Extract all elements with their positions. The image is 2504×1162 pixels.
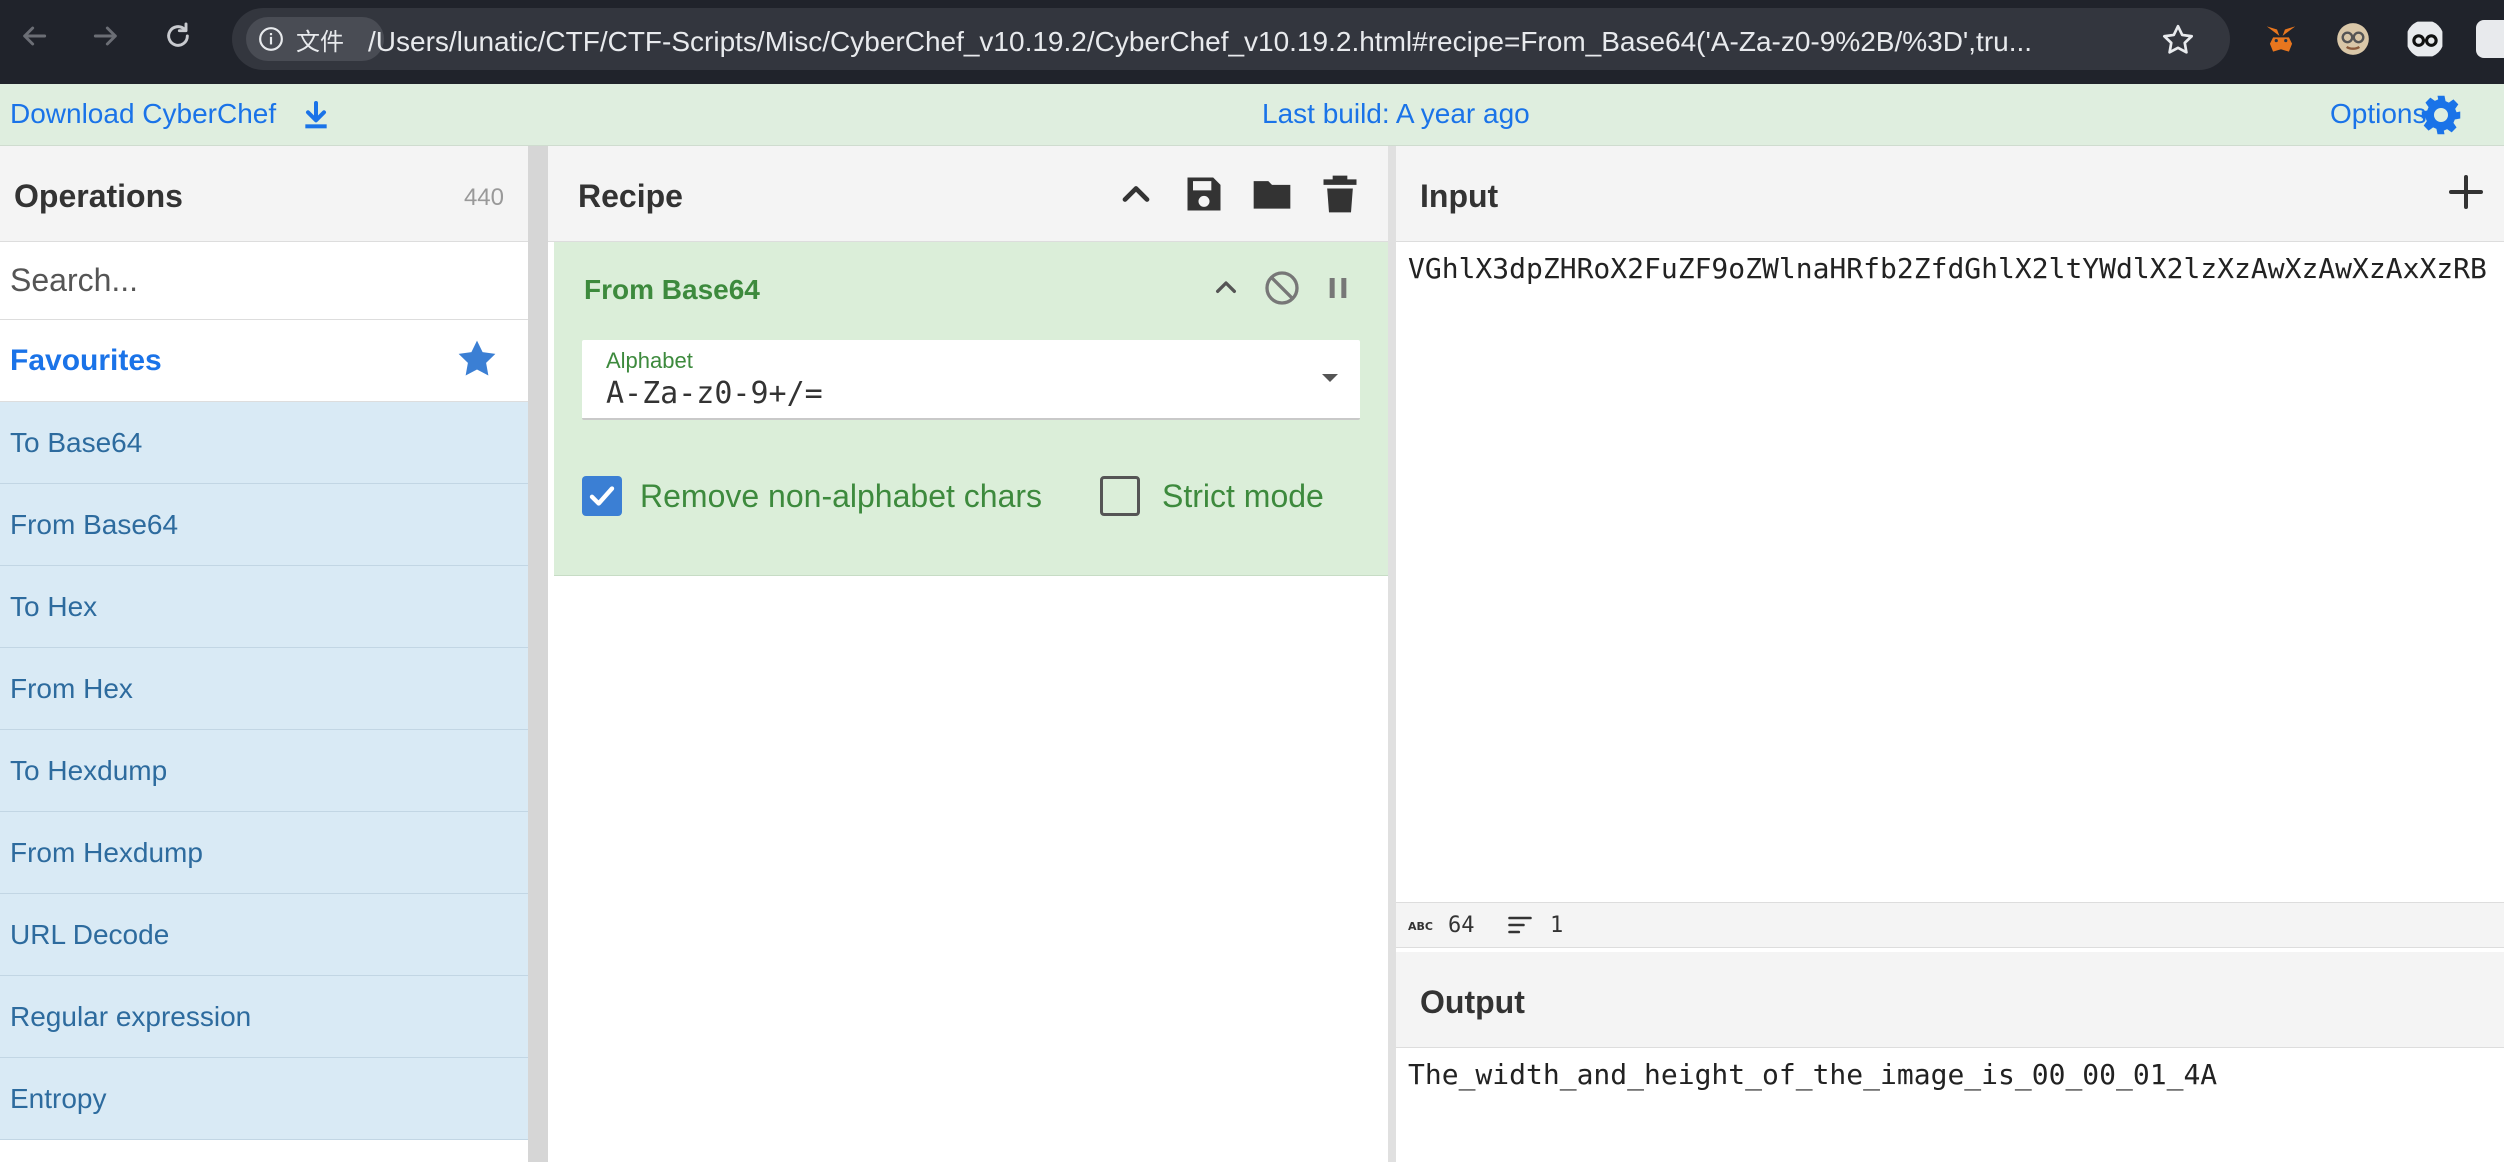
metamask-extension-icon[interactable] <box>2262 20 2300 58</box>
forward-button[interactable] <box>84 14 128 58</box>
extension-glasses-icon[interactable] <box>2406 20 2444 58</box>
output-header: Output <box>1396 952 2504 1048</box>
reload-button[interactable] <box>156 14 200 58</box>
recipe-header: Recipe <box>548 146 1388 242</box>
operation-item[interactable]: URL Decode <box>0 894 528 976</box>
strict-mode-label[interactable]: Strict mode <box>1162 478 1324 515</box>
chevron-up-icon[interactable] <box>1206 268 1246 308</box>
checkmark-icon <box>589 486 615 506</box>
operations-resize-gutter[interactable] <box>528 146 548 1162</box>
operation-list: To Base64 From Base64 To Hex From Hex To… <box>0 402 528 1140</box>
output-title: Output <box>1420 984 1525 1020</box>
arrow-left-icon <box>23 26 47 46</box>
site-chip-label: 文件 <box>296 27 344 56</box>
trash-icon[interactable] <box>1318 172 1362 216</box>
chevron-up-icon[interactable] <box>1114 172 1158 216</box>
recipe-title: Recipe <box>578 178 683 214</box>
output-textarea[interactable]: The_width_and_height_of_the_image_is_00_… <box>1408 1058 2504 1091</box>
reload-icon <box>167 22 189 47</box>
operation-item[interactable]: To Hexdump <box>0 730 528 812</box>
operation-item[interactable]: Regular expression <box>0 976 528 1058</box>
strict-mode-checkbox[interactable] <box>1100 476 1140 516</box>
operations-header: Operations 440 <box>0 146 528 242</box>
operations-title: Operations <box>14 178 183 214</box>
options-link[interactable]: Options <box>2330 98 2427 130</box>
info-icon <box>259 27 283 51</box>
operation-item[interactable]: Entropy <box>0 1058 528 1140</box>
operations-panel: Operations 440 Favourites To Base64 From… <box>0 146 528 1162</box>
operations-count: 440 <box>463 184 504 211</box>
operation-item[interactable]: To Hex <box>0 566 528 648</box>
alphabet-select[interactable]: Alphabet A-Za-z0-9+/= <box>582 340 1360 420</box>
input-length-value: 64 <box>1448 913 1475 938</box>
extension-face-icon[interactable] <box>2334 20 2372 58</box>
recipe-panel: Recipe From Base64 Alphabet A-Za-z0-9+/=… <box>548 146 1388 1162</box>
recipe-operation-card: From Base64 Alphabet A-Za-z0-9+/= Remove… <box>554 242 1388 576</box>
remove-non-alphabet-checkbox[interactable] <box>582 476 622 516</box>
recipe-operation-name: From Base64 <box>584 274 760 305</box>
input-textarea[interactable]: VGhlX3dpZHRoX2FuZF9oZWlnaHRfb2ZfdGhlX2lt… <box>1408 252 2504 285</box>
io-panel: Input VGhlX3dpZHRoX2FuZF9oZWlnaHRfb2ZfdG… <box>1396 146 2504 1162</box>
operation-item[interactable]: To Base64 <box>0 402 528 484</box>
text-length-icon: ABC <box>1408 920 1433 933</box>
favourites-header[interactable]: Favourites <box>0 320 528 402</box>
download-cyberchef-link[interactable]: Download CyberChef <box>10 98 276 130</box>
input-status-bar: ABC 64 1 <box>1396 902 2504 948</box>
site-info-chip[interactable]: 文件 <box>246 17 384 61</box>
url-text[interactable]: /Users/lunatic/CTF/CTF-Scripts/Misc/Cybe… <box>368 26 2148 58</box>
pause-icon[interactable] <box>1318 268 1358 308</box>
caret-down-icon[interactable] <box>1322 374 1338 382</box>
operation-item[interactable]: From Hexdump <box>0 812 528 894</box>
operations-search <box>0 242 528 320</box>
svg-text:ABC: ABC <box>1408 920 1433 933</box>
input-lines-value: 1 <box>1550 913 1564 938</box>
favourites-label: Favourites <box>10 344 162 377</box>
input-title: Input <box>1420 178 1499 214</box>
bookmark-star-icon[interactable] <box>2160 22 2196 58</box>
address-bar[interactable]: 文件 /Users/lunatic/CTF/CTF-Scripts/Misc/C… <box>232 8 2230 70</box>
arrow-right-icon <box>93 26 117 46</box>
back-button[interactable] <box>12 14 56 58</box>
recipe-resize-gutter[interactable] <box>1388 146 1396 1162</box>
star-icon[interactable] <box>456 338 498 380</box>
last-build-link[interactable]: Last build: A year ago <box>1262 98 1530 130</box>
save-icon[interactable] <box>1182 172 1226 216</box>
operation-item[interactable]: From Hex <box>0 648 528 730</box>
operation-item[interactable]: From Base64 <box>0 484 528 566</box>
alphabet-value: A-Za-z0-9+/= <box>606 376 823 411</box>
add-tab-icon[interactable] <box>2446 172 2486 212</box>
browser-toolbar: 文件 /Users/lunatic/CTF/CTF-Scripts/Misc/C… <box>0 0 2504 84</box>
lines-icon <box>1508 916 1532 934</box>
input-header: Input <box>1396 146 2504 242</box>
gear-icon[interactable] <box>2420 94 2462 136</box>
cyberchef-banner: Download CyberChef Last build: A year ag… <box>0 84 2504 146</box>
extension-partial-icon[interactable] <box>2476 20 2504 58</box>
disable-icon[interactable] <box>1262 268 1302 308</box>
folder-icon[interactable] <box>1250 172 1294 216</box>
remove-non-alphabet-label[interactable]: Remove non-alphabet chars <box>640 478 1042 515</box>
download-icon[interactable] <box>300 98 332 132</box>
alphabet-label: Alphabet <box>606 348 693 373</box>
search-input[interactable] <box>0 242 528 319</box>
